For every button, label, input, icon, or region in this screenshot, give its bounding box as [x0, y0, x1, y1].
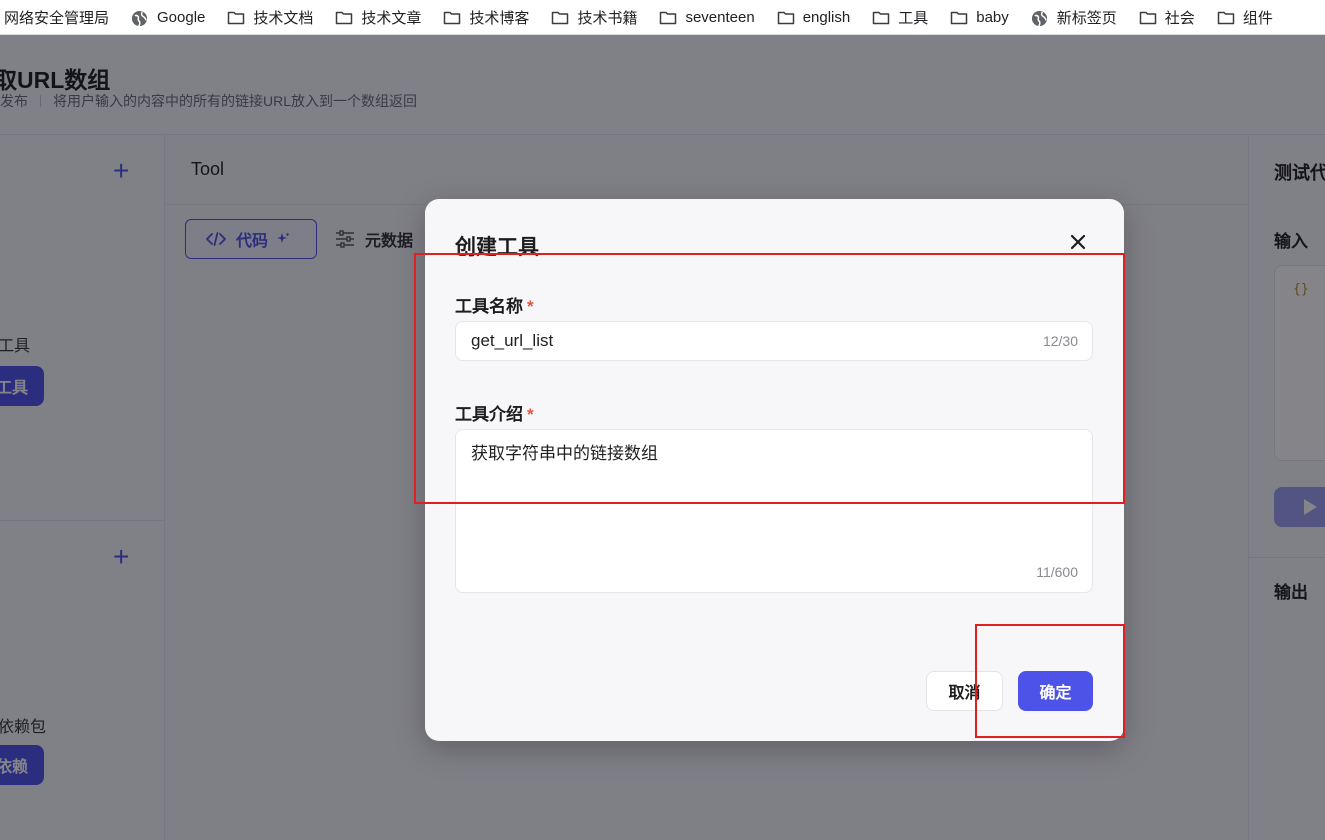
- bookmark-item[interactable]: 技术书籍: [551, 7, 637, 28]
- folder-icon: [872, 10, 890, 25]
- bookmark-item[interactable]: 工具: [872, 7, 928, 28]
- bookmark-label: 社会: [1164, 9, 1195, 27]
- annotation-box-fields: [414, 253, 1125, 504]
- folder-icon: [335, 10, 353, 25]
- bookmark-label: 技术书籍: [577, 9, 638, 27]
- bookmark-label: 工具: [898, 9, 929, 27]
- bookmarks-bar: 网络安全管理局 Google 技术文档 技术文章 技术博客 技术书籍 seventeen en…: [0, 0, 1325, 35]
- folder-icon: [1217, 10, 1235, 25]
- bookmark-item[interactable]: Google: [131, 8, 206, 27]
- bookmark-item[interactable]: 技术博客: [443, 7, 529, 28]
- bookmark-item[interactable]: english: [777, 8, 851, 26]
- bookmark-item[interactable]: 社会: [1139, 7, 1195, 28]
- tool-description-counter: 11/600: [1036, 564, 1078, 580]
- folder-icon: [777, 10, 795, 25]
- bookmark-label: seventeen: [685, 8, 755, 26]
- folder-icon: [551, 10, 569, 25]
- globe-icon: [1031, 10, 1049, 27]
- bookmark-label: 技术文章: [361, 9, 422, 27]
- close-icon: [1070, 234, 1086, 250]
- globe-icon: [131, 10, 149, 27]
- folder-icon: [443, 10, 461, 25]
- folder-icon: [1139, 10, 1157, 25]
- annotation-box-confirm: [975, 624, 1125, 738]
- folder-icon: [950, 10, 968, 25]
- folder-icon: [227, 10, 245, 25]
- bookmark-item[interactable]: seventeen: [659, 8, 755, 26]
- bookmark-label: 技术文档: [253, 9, 314, 27]
- bookmark-item[interactable]: 技术文档: [227, 7, 313, 28]
- bookmark-item[interactable]: 组件: [1217, 7, 1273, 28]
- close-button[interactable]: [1067, 231, 1089, 253]
- bookmark-label: 新标签页: [1056, 9, 1117, 27]
- bookmark-item[interactable]: 网络安全管理局: [4, 7, 109, 28]
- bookmark-label: Google: [157, 8, 206, 26]
- bookmark-label: english: [802, 8, 851, 26]
- bookmark-label: 网络安全管理局: [4, 9, 110, 27]
- bookmark-label: baby: [976, 8, 1009, 26]
- bookmark-label: 技术博客: [469, 9, 530, 27]
- bookmark-label: 组件: [1242, 9, 1273, 27]
- bookmark-item[interactable]: 新标签页: [1031, 7, 1117, 28]
- folder-icon: [659, 10, 677, 25]
- bookmark-item[interactable]: baby: [950, 9, 1009, 26]
- bookmark-item[interactable]: 技术文章: [335, 7, 421, 28]
